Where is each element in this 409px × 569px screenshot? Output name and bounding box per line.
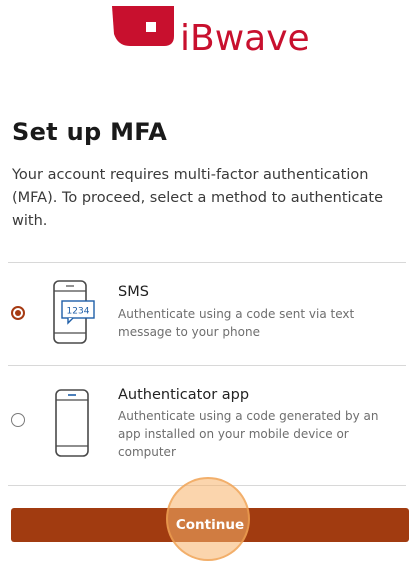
divider-bottom bbox=[8, 485, 406, 486]
brand-name: iBwave bbox=[180, 18, 310, 59]
phone-app-icon bbox=[55, 389, 89, 457]
ibwave-logo: iBwave bbox=[112, 6, 317, 59]
sms-radio-button[interactable] bbox=[11, 306, 25, 320]
authenticator-app-radio-button[interactable] bbox=[11, 413, 25, 427]
authenticator-app-option-description: Authenticate using a code generated by a… bbox=[118, 409, 379, 459]
authenticator-app-option-title: Authenticator app bbox=[118, 387, 250, 403]
continue-button-label: Continue bbox=[175, 517, 245, 533]
ibwave-logo-mark-icon bbox=[112, 6, 174, 46]
sms-option-description: Authenticate using a code sent via text … bbox=[118, 307, 355, 339]
mfa-option-sms[interactable]: 1234 SMS Authenticate using a code sent … bbox=[0, 263, 409, 365]
intro-text: Your account requires multi-factor authe… bbox=[12, 167, 383, 229]
mfa-setup-page: iBwave Set up MFA Your account requires … bbox=[0, 0, 409, 569]
phone-sms-icon: 1234 bbox=[53, 280, 95, 344]
sms-option-title: SMS bbox=[118, 284, 149, 300]
page-title: Set up MFA bbox=[12, 118, 168, 146]
mfa-option-authenticator-app[interactable]: Authenticator app Authenticate using a c… bbox=[0, 366, 409, 485]
sms-code-text: 1234 bbox=[67, 307, 90, 317]
continue-button[interactable]: Continue bbox=[11, 508, 409, 542]
